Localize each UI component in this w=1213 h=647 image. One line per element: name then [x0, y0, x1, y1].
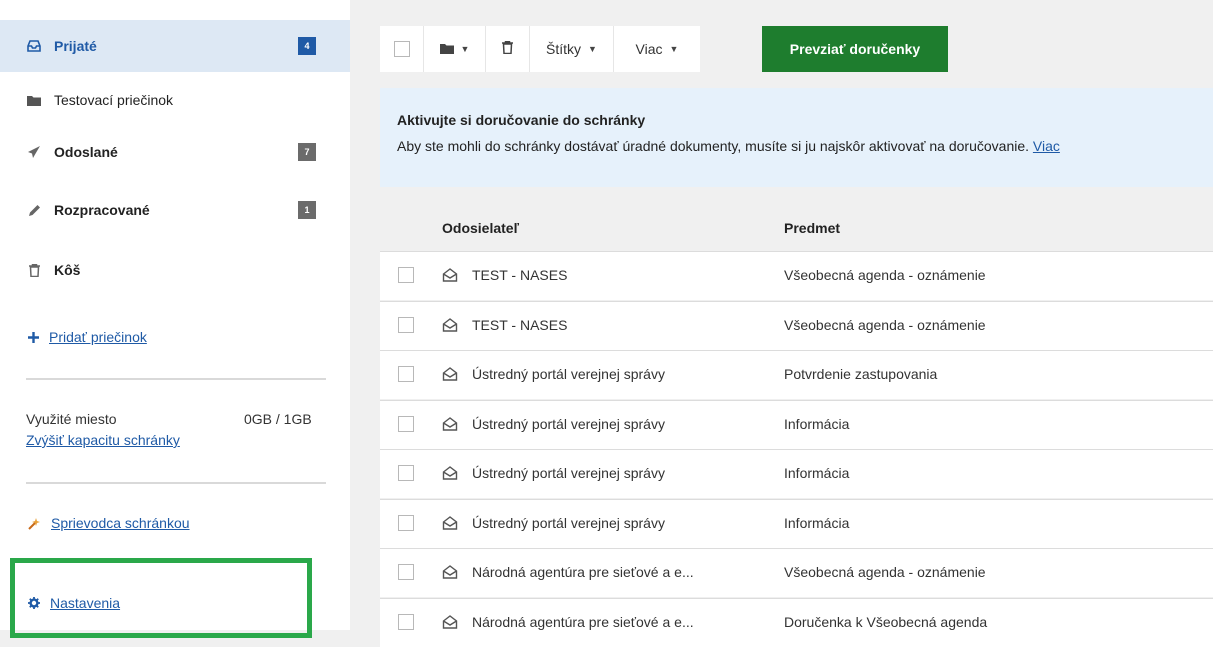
- table-header: Odosielateľ Predmet: [380, 207, 1213, 251]
- chevron-down-icon: ▼: [669, 44, 679, 54]
- table-row[interactable]: TEST - NASES Všeobecná agenda - oznámenie: [380, 251, 1213, 300]
- folder-trash[interactable]: Kôš: [0, 244, 350, 296]
- add-folder-label: Pridať priečinok: [49, 329, 147, 345]
- row-subject: Všeobecná agenda - oznámenie: [784, 267, 986, 283]
- storage-label: Využité miesto: [26, 411, 117, 427]
- envelope-open-icon: [442, 366, 458, 382]
- sidebar: Prijaté 4 Testovací priečinok Odoslané 7…: [0, 0, 350, 638]
- activation-banner: Aktivujte si doručovanie do schránky Aby…: [380, 88, 1213, 187]
- increase-capacity-label: Zvýšiť kapacitu schránky: [26, 432, 180, 448]
- delete-button[interactable]: [486, 26, 530, 72]
- table-row[interactable]: Ústredný portál verejnej správy Informáci…: [380, 399, 1213, 449]
- row-checkbox[interactable]: [398, 564, 414, 580]
- envelope-open-icon: [442, 515, 458, 531]
- banner-title: Aktivujte si doručovanie do schránky: [397, 112, 646, 128]
- table-row[interactable]: Národná agentúra pre sieťové a e... Všeob…: [380, 548, 1213, 597]
- drafts-count-badge: 1: [298, 201, 316, 219]
- row-sender: Ústredný portál verejnej správy: [472, 366, 665, 382]
- settings-label: Nastavenia: [50, 595, 121, 611]
- more-button-label: Viac: [635, 41, 663, 57]
- table-row[interactable]: Ústredný portál verejnej správy Informáci…: [380, 498, 1213, 548]
- folder-icon: [439, 41, 454, 57]
- row-subject: Všeobecná agenda - oznámenie: [784, 316, 986, 333]
- message-toolbar: ▼ Štítky ▼ Viac ▼: [380, 26, 700, 72]
- sent-count-badge: 7: [298, 143, 316, 161]
- gear-icon: [28, 597, 40, 609]
- row-checkbox[interactable]: [398, 613, 414, 630]
- plus-icon: [28, 331, 39, 343]
- row-sender: TEST - NASES: [472, 316, 568, 333]
- folder-sent[interactable]: Odoslané 7: [0, 126, 350, 178]
- envelope-open-icon: [442, 564, 458, 580]
- row-sender: TEST - NASES: [472, 267, 568, 283]
- trash-icon: [26, 262, 42, 278]
- row-checkbox[interactable]: [398, 316, 414, 333]
- row-sender: Národná agentúra pre sieťové a e...: [472, 564, 694, 580]
- folder-trash-label: Kôš: [54, 262, 81, 278]
- table-row[interactable]: TEST - NASES Všeobecná agenda - oznámenie: [380, 300, 1213, 350]
- folder-inbox-label: Prijaté: [54, 38, 97, 54]
- envelope-open-icon: [442, 465, 458, 481]
- table-row[interactable]: Ústredný portál verejnej správy Potvrdeni…: [380, 350, 1213, 399]
- trash-icon: [502, 40, 513, 57]
- banner-text: Aby ste mohli do schránky dostávať úradn…: [397, 138, 1030, 154]
- row-subject: Informácia: [784, 465, 850, 481]
- row-subject: Informácia: [784, 415, 850, 432]
- envelope-open-icon: [442, 416, 458, 432]
- more-dropdown[interactable]: Viac ▼: [614, 26, 700, 72]
- folder-icon: [26, 92, 42, 108]
- row-subject: Doručenka k Všeobecná agenda: [784, 613, 988, 630]
- row-checkbox[interactable]: [398, 267, 414, 283]
- pencil-icon: [26, 202, 42, 218]
- envelope-open-icon: [442, 317, 458, 333]
- folder-test[interactable]: Testovací priečinok: [0, 72, 350, 118]
- chevron-down-icon: ▼: [460, 44, 470, 54]
- move-to-folder-button[interactable]: ▼: [424, 26, 486, 72]
- row-checkbox[interactable]: [398, 415, 414, 432]
- settings-link[interactable]: Nastavenia: [28, 595, 120, 611]
- magic-wand-icon: [28, 517, 41, 530]
- folder-test-label: Testovací priečinok: [54, 92, 174, 108]
- checkbox: [393, 41, 410, 57]
- unread-count-badge: 4: [298, 37, 316, 55]
- folder-inbox[interactable]: Prijaté 4: [0, 20, 350, 72]
- folder-sent-label: Odoslané: [54, 144, 118, 160]
- row-subject: Všeobecná agenda - oznámenie: [784, 564, 986, 580]
- labels-button-label: Štítky: [546, 41, 582, 57]
- row-sender: Ústredný portál verejnej správy: [472, 514, 665, 531]
- chevron-down-icon: ▼: [588, 44, 597, 54]
- envelope-open-icon: [442, 614, 458, 630]
- table-row[interactable]: Národná agentúra pre sieťové a e... Doruč…: [380, 597, 1213, 647]
- receive-receipts-button[interactable]: Prevziať doručenky: [762, 26, 948, 72]
- banner-text-line: Aby ste mohli do schránky dostávať úradn…: [397, 138, 1060, 154]
- divider: [26, 482, 326, 484]
- envelope-open-icon: [442, 267, 458, 283]
- send-icon: [26, 144, 42, 160]
- mailbox-guide-link[interactable]: Sprievodca schránkou: [28, 515, 190, 531]
- storage-value: 0GB / 1GB: [244, 411, 312, 427]
- column-sender[interactable]: Odosielateľ: [442, 220, 519, 236]
- row-checkbox[interactable]: [398, 514, 414, 531]
- row-sender: Národná agentúra pre sieťové a e...: [472, 613, 694, 630]
- increase-capacity-link[interactable]: Zvýšiť kapacitu schránky: [26, 432, 180, 448]
- inbox-icon: [26, 38, 42, 54]
- banner-more-link[interactable]: Viac: [1033, 138, 1060, 154]
- row-subject: Informácia: [784, 514, 850, 531]
- add-folder-link[interactable]: Pridať priečinok: [28, 329, 147, 345]
- divider: [26, 378, 326, 380]
- row-subject: Potvrdenie zastupovania: [784, 366, 938, 382]
- row-sender: Ústredný portál verejnej správy: [472, 465, 665, 481]
- row-checkbox[interactable]: [398, 465, 414, 481]
- mailbox-guide-label: Sprievodca schránkou: [51, 515, 190, 531]
- table-row[interactable]: Ústredný portál verejnej správy Informáci…: [380, 449, 1213, 498]
- folder-drafts[interactable]: Rozpracované 1: [0, 184, 350, 236]
- labels-dropdown[interactable]: Štítky ▼: [530, 26, 614, 72]
- column-subject[interactable]: Predmet: [784, 220, 840, 236]
- folder-drafts-label: Rozpracované: [54, 202, 150, 218]
- select-all-checkbox[interactable]: [380, 26, 424, 72]
- row-checkbox[interactable]: [398, 366, 414, 382]
- row-sender: Ústredný portál verejnej správy: [472, 415, 665, 432]
